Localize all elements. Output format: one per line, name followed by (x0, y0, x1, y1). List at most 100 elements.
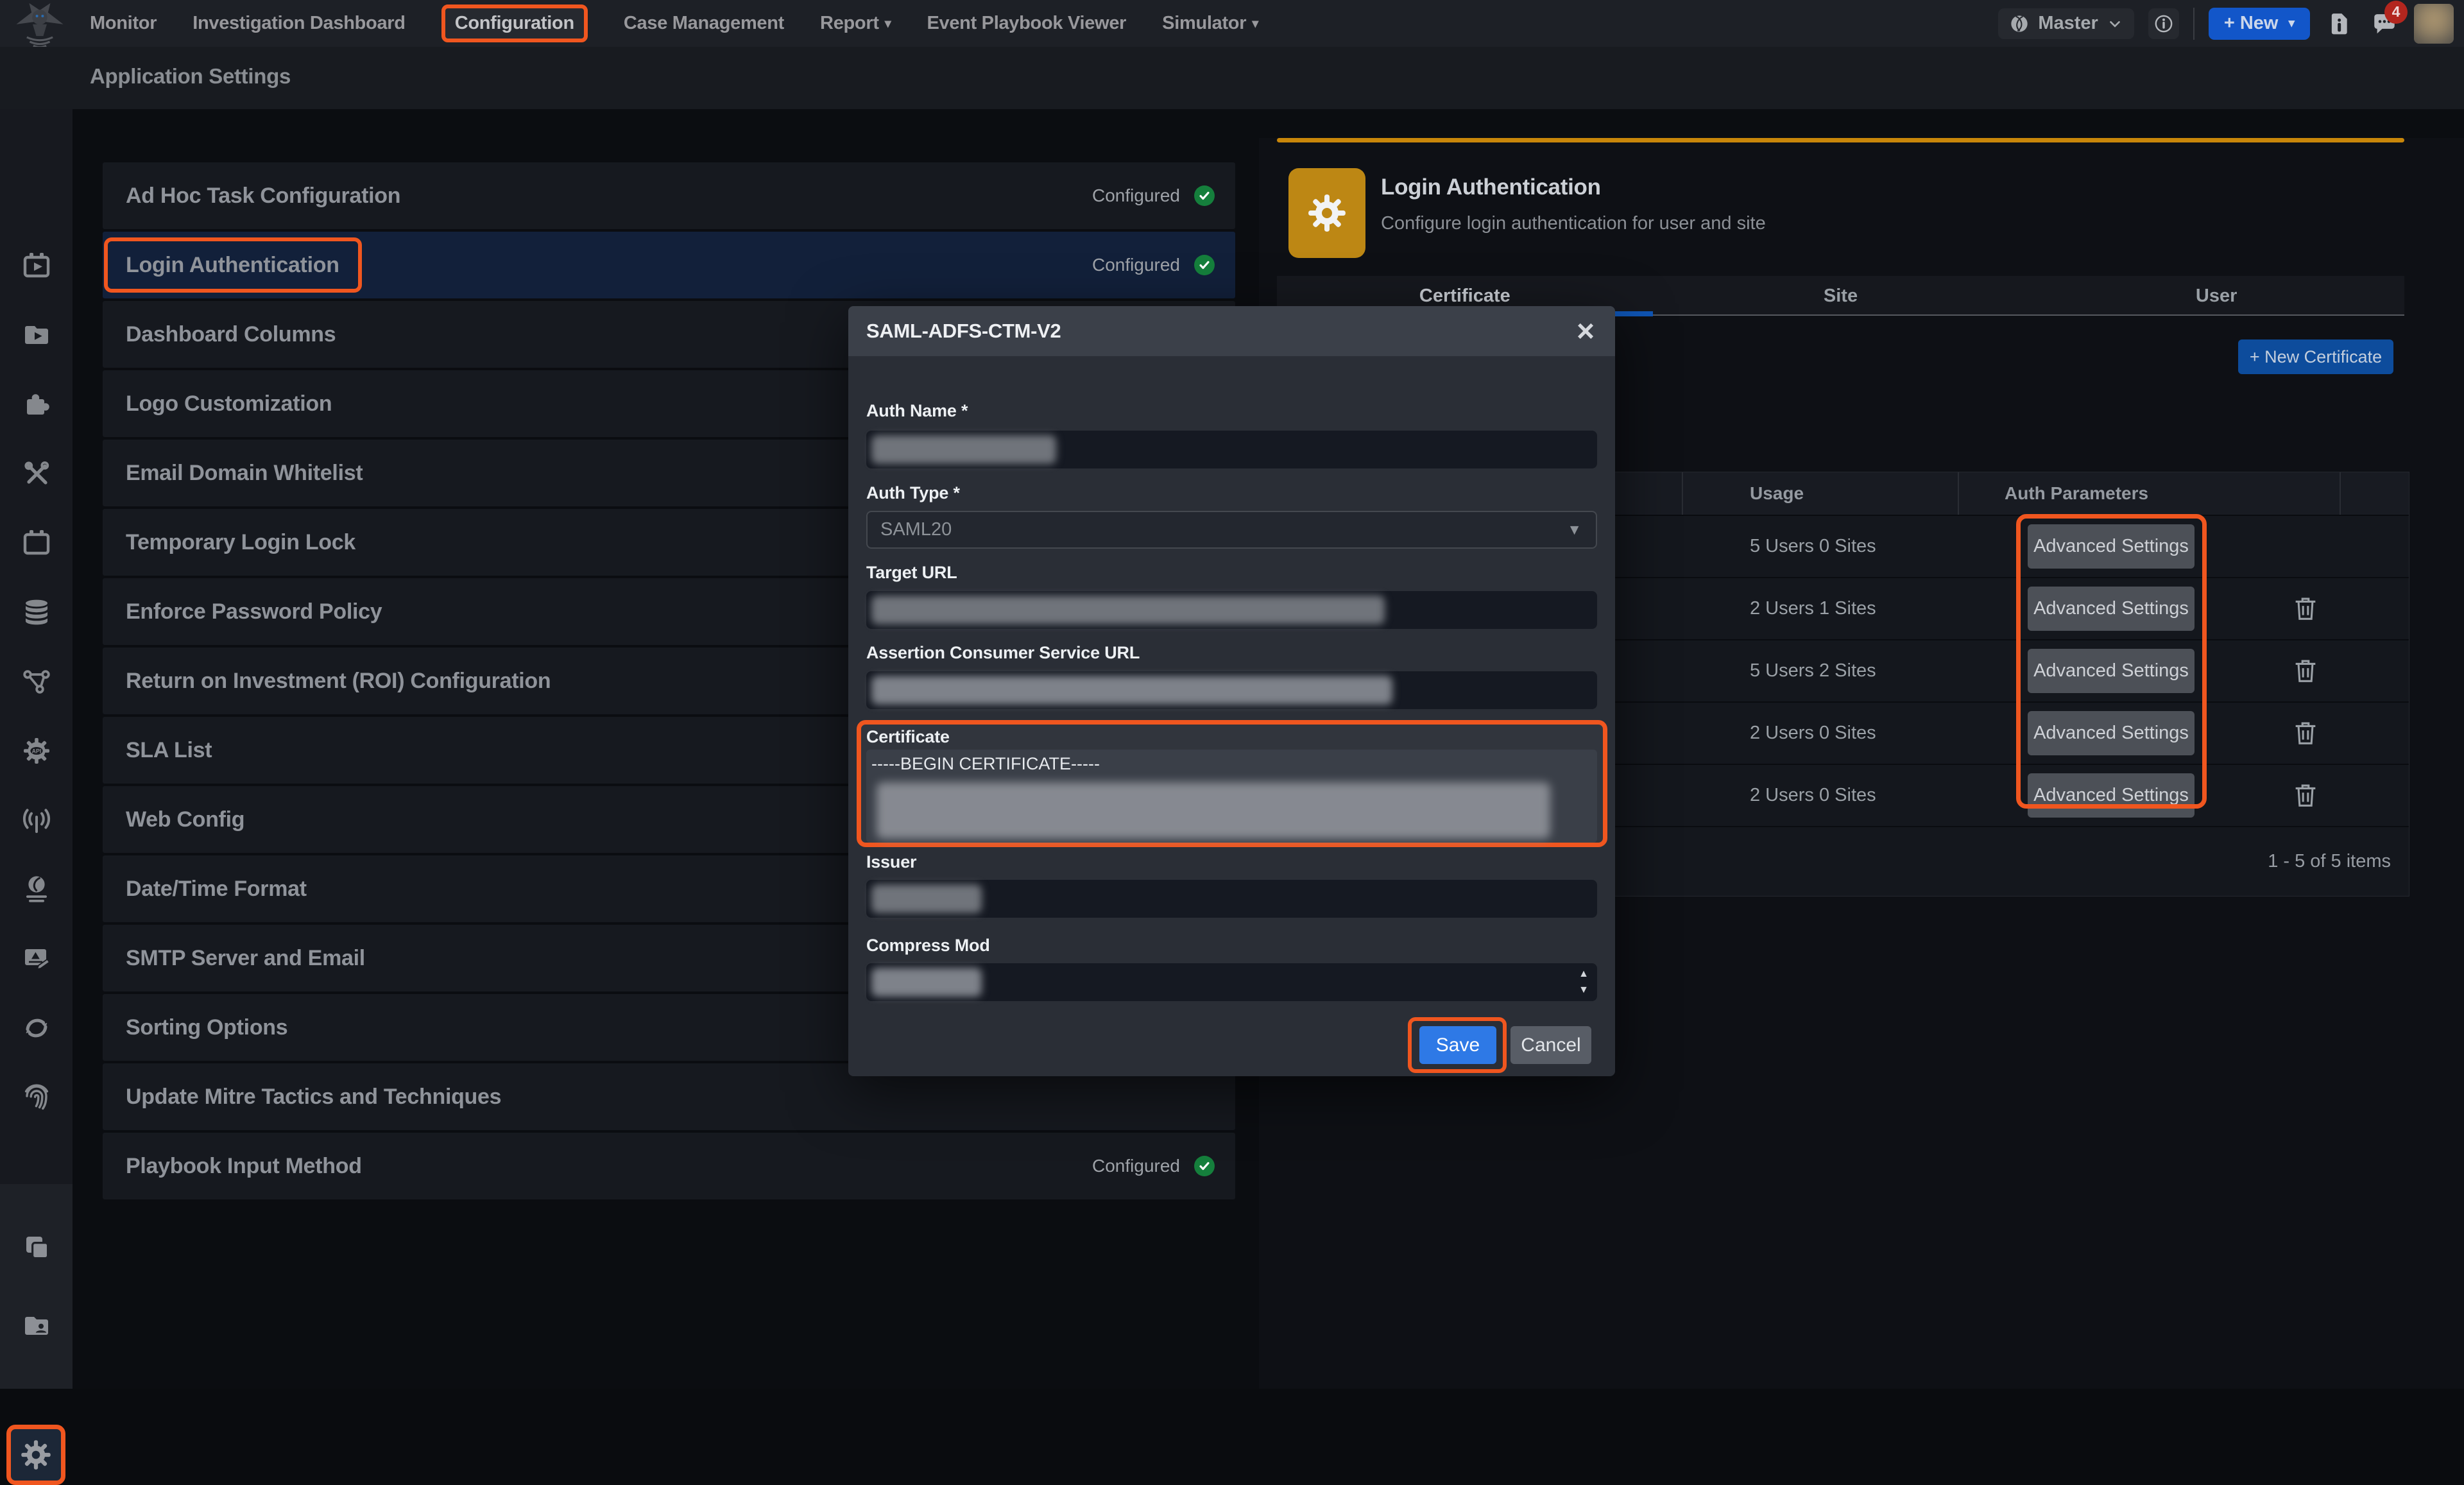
column-separator (2340, 472, 2341, 515)
settings-row-label: Playbook Input Method (126, 1133, 362, 1199)
usage-cell: 2 Users 0 Sites (1750, 765, 1876, 826)
copy-icon[interactable] (0, 1227, 73, 1268)
cancel-button[interactable]: Cancel (1510, 1026, 1591, 1064)
configured-check-icon (1194, 255, 1215, 275)
login-auth-gear-icon (1288, 168, 1365, 258)
sync-icon[interactable] (0, 1008, 73, 1049)
playbook-icon[interactable] (0, 314, 73, 356)
auth-name-label: Auth Name * (866, 401, 968, 421)
configured-label: Configured (1092, 255, 1180, 275)
issuer-label: Issuer (866, 852, 916, 872)
auth-type-label: Auth Type * (866, 483, 960, 503)
fingerprint-icon[interactable] (0, 1077, 73, 1118)
nav-item-case-management[interactable]: Case Management (624, 13, 784, 34)
settings-row-ad-hoc-task-configuration[interactable]: Ad Hoc Task ConfigurationConfigured (103, 162, 1235, 229)
settings-row-label: Logo Customization (126, 370, 332, 437)
modal-header: SAML-ADFS-CTM-V2 × (848, 306, 1615, 356)
nav-item-report[interactable]: Report ▾ (820, 13, 891, 34)
nav-item-label: Configuration (455, 13, 574, 34)
notification-badge: 4 (2384, 1, 2408, 24)
compress-mod-label: Compress Mod (866, 936, 990, 956)
number-spinner[interactable]: ▲ ▼ (1571, 966, 1596, 999)
configured-status: Configured (1092, 1133, 1215, 1199)
panel-title: Login Authentication (1381, 175, 1601, 200)
settings-row-playbook-input-method[interactable]: Playbook Input Method Configured (103, 1133, 1235, 1199)
incident-edit-icon[interactable] (0, 938, 73, 979)
close-icon[interactable]: × (1568, 306, 1604, 356)
settings-row-label: Sorting Options (126, 994, 287, 1061)
save-button[interactable]: Save (1419, 1026, 1496, 1064)
modal-title: SAML-ADFS-CTM-V2 (866, 306, 1061, 356)
application-settings-screen: Monitor Investigation Dashboard Configurat… (0, 0, 2464, 1389)
notifications-button[interactable]: 4 (2369, 8, 2400, 39)
api-settings-icon[interactable]: API (0, 730, 73, 771)
integrations-plugin-icon[interactable] (0, 384, 73, 425)
calendar-icon[interactable] (0, 522, 73, 563)
chevron-down-icon: ▾ (2288, 16, 2295, 31)
new-button[interactable]: + New ▾ (2209, 8, 2310, 40)
trash-icon[interactable] (2291, 594, 2320, 623)
configured-status: Configured (1092, 162, 1215, 229)
broadcast-icon[interactable] (0, 800, 73, 841)
spinner-down-icon[interactable]: ▼ (1579, 984, 1589, 996)
user-folder-icon[interactable] (0, 1305, 73, 1346)
database-icon[interactable] (0, 592, 73, 633)
settings-row-label: Email Domain Whitelist (126, 440, 363, 506)
saml-edit-modal: SAML-ADFS-CTM-V2 × Auth Name * Auth Type… (848, 306, 1615, 1076)
tab-user[interactable]: User (2028, 276, 2404, 316)
trash-icon[interactable] (2291, 780, 2320, 810)
tenant-selector[interactable]: Master (1998, 8, 2134, 39)
nav-item-investigation-dashboard[interactable]: Investigation Dashboard (193, 13, 406, 34)
chevron-down-icon: ▾ (885, 15, 891, 31)
new-certificate-button[interactable]: + New Certificate (2238, 339, 2393, 374)
login-authentication-annotation-box (104, 237, 362, 293)
nav-item-configuration[interactable]: Configuration (441, 4, 588, 42)
auth-type-select[interactable]: SAML20 ▼ (866, 511, 1597, 549)
tools-icon[interactable] (0, 453, 73, 494)
configured-check-icon (1194, 185, 1215, 206)
release-notes-icon[interactable] (2324, 8, 2355, 39)
nav-item-label: Investigation Dashboard (193, 13, 406, 34)
avatar[interactable] (2414, 4, 2454, 44)
settings-row-label: Enforce Password Policy (126, 578, 382, 645)
left-icon-sidebar: API (0, 109, 73, 1389)
top-nav-bar: Monitor Investigation Dashboard Configurat… (0, 0, 2464, 47)
tab-site[interactable]: Site (1653, 276, 2029, 316)
scheduled-tasks-icon[interactable] (0, 245, 73, 286)
usage-cell: 5 Users 2 Sites (1750, 640, 1876, 701)
top-nav-right-cluster: Master + New ▾ (1998, 0, 2454, 47)
panel-subtitle: Configure login authentication for user … (1381, 213, 1766, 234)
target-url-label: Target URL (866, 563, 957, 583)
owl-logo-icon[interactable] (12, 2, 68, 46)
redacted-issuer-value (871, 884, 982, 913)
column-separator (1958, 472, 1959, 515)
usage-cell: 2 Users 0 Sites (1750, 703, 1876, 764)
nav-item-monitor[interactable]: Monitor (90, 13, 157, 34)
usage-cell: 5 Users 0 Sites (1750, 516, 1876, 577)
tenant-label: Master (2038, 13, 2098, 34)
redacted-auth-name-value (871, 435, 1056, 464)
configured-check-icon (1194, 1156, 1215, 1176)
trash-icon[interactable] (2291, 718, 2320, 748)
nav-item-label: Report (820, 13, 879, 34)
settings-row-label: Update Mitre Tactics and Techniques (126, 1063, 501, 1130)
spinner-up-icon[interactable]: ▲ (1579, 968, 1589, 980)
auth-type-value: SAML20 (880, 512, 952, 547)
nav-item-event-playbook-viewer[interactable]: Event Playbook Viewer (927, 13, 1126, 34)
acs-url-label: Assertion Consumer Service URL (866, 643, 1140, 663)
trash-icon[interactable] (2291, 656, 2320, 685)
globe-icon (2008, 13, 2030, 35)
nav-item-simulator[interactable]: Simulator▾ (1162, 13, 1258, 34)
nav-item-label: Event Playbook Viewer (927, 13, 1126, 34)
main-nav-items: Monitor Investigation Dashboard Configurat… (90, 0, 1258, 47)
column-header-auth-parameters: Auth Parameters (2005, 472, 2148, 515)
settings-row-label: Date/Time Format (126, 855, 307, 922)
table-item-count: 1 - 5 of 5 items (2268, 827, 2391, 896)
network-nodes-icon[interactable] (0, 661, 73, 702)
configured-label: Configured (1092, 1156, 1180, 1176)
info-button[interactable] (2148, 8, 2179, 39)
globe-lines-icon[interactable] (0, 869, 73, 910)
settings-row-login-authentication[interactable]: Login AuthenticationConfigured (103, 232, 1235, 298)
configured-label: Configured (1092, 185, 1180, 206)
settings-gear-icon[interactable] (6, 1425, 65, 1485)
